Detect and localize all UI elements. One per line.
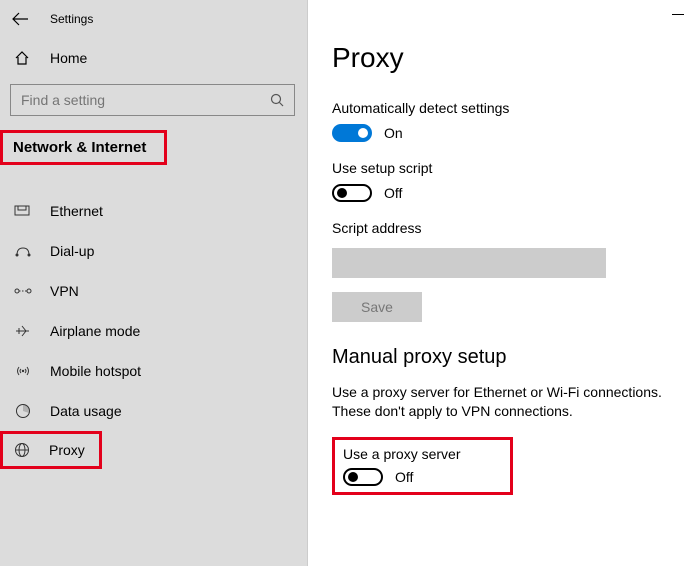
content-pane: Proxy Automatically detect settings On U… — [308, 0, 700, 566]
home-icon — [12, 50, 32, 66]
back-button[interactable] — [12, 12, 32, 26]
section-header: Network & Internet — [3, 133, 158, 162]
highlight-network: Network & Internet — [0, 130, 167, 165]
sidebar-item-label: Proxy — [49, 442, 85, 458]
datausage-icon — [14, 403, 32, 419]
sidebar-item-hotspot[interactable]: Mobile hotspot — [0, 351, 307, 391]
search-input[interactable] — [10, 84, 295, 116]
search-icon — [270, 93, 284, 107]
auto-detect-label: Automatically detect settings — [332, 100, 700, 116]
page-title: Proxy — [332, 42, 700, 74]
sidebar-item-label: Mobile hotspot — [50, 363, 141, 379]
sidebar-item-label: Airplane mode — [50, 323, 140, 339]
sidebar-item-label: Ethernet — [50, 203, 103, 219]
use-proxy-toggle[interactable] — [343, 468, 383, 486]
home-label: Home — [50, 50, 87, 66]
highlight-use-proxy: Use a proxy server Off — [332, 437, 513, 495]
auto-detect-toggle[interactable] — [332, 124, 372, 142]
setup-script-toggle[interactable] — [332, 184, 372, 202]
manual-heading: Manual proxy setup — [332, 346, 700, 369]
window-title: Settings — [50, 12, 93, 26]
sidebar-item-vpn[interactable]: VPN — [0, 271, 307, 311]
script-address-input[interactable] — [332, 248, 606, 278]
sidebar-item-label: Data usage — [50, 403, 122, 419]
sidebar: Settings Home Network & Internet Etherne… — [0, 0, 308, 566]
proxy-icon — [13, 442, 31, 458]
sidebar-item-proxy[interactable]: Proxy — [0, 431, 307, 469]
sidebar-item-datausage[interactable]: Data usage — [0, 391, 307, 431]
setup-script-label: Use setup script — [332, 160, 700, 176]
script-address-label: Script address — [332, 220, 700, 236]
sidebar-item-ethernet[interactable]: Ethernet — [0, 191, 307, 231]
ethernet-icon — [14, 203, 32, 219]
home-item[interactable]: Home — [0, 40, 307, 76]
sidebar-item-label: VPN — [50, 283, 79, 299]
titlebar: Settings — [0, 8, 307, 40]
sidebar-item-label: Dial-up — [50, 243, 94, 259]
airplane-icon — [14, 323, 32, 339]
save-button[interactable]: Save — [332, 292, 422, 322]
search-field[interactable] — [21, 92, 270, 108]
dialup-icon — [14, 243, 32, 259]
sidebar-item-dialup[interactable]: Dial-up — [0, 231, 307, 271]
hotspot-icon — [14, 363, 32, 379]
vpn-icon — [14, 283, 32, 299]
use-proxy-state: Off — [395, 469, 413, 485]
settings-window: Settings Home Network & Internet Etherne… — [0, 0, 700, 566]
manual-description: Use a proxy server for Ethernet or Wi-Fi… — [332, 383, 700, 421]
nav-list: Ethernet Dial-up VPN Airplane mode — [0, 191, 307, 469]
sidebar-item-airplane[interactable]: Airplane mode — [0, 311, 307, 351]
minimize-button[interactable] — [672, 14, 684, 15]
setup-script-state: Off — [384, 185, 402, 201]
auto-detect-state: On — [384, 125, 403, 141]
window-controls — [672, 0, 700, 28]
use-proxy-label: Use a proxy server — [343, 446, 460, 462]
